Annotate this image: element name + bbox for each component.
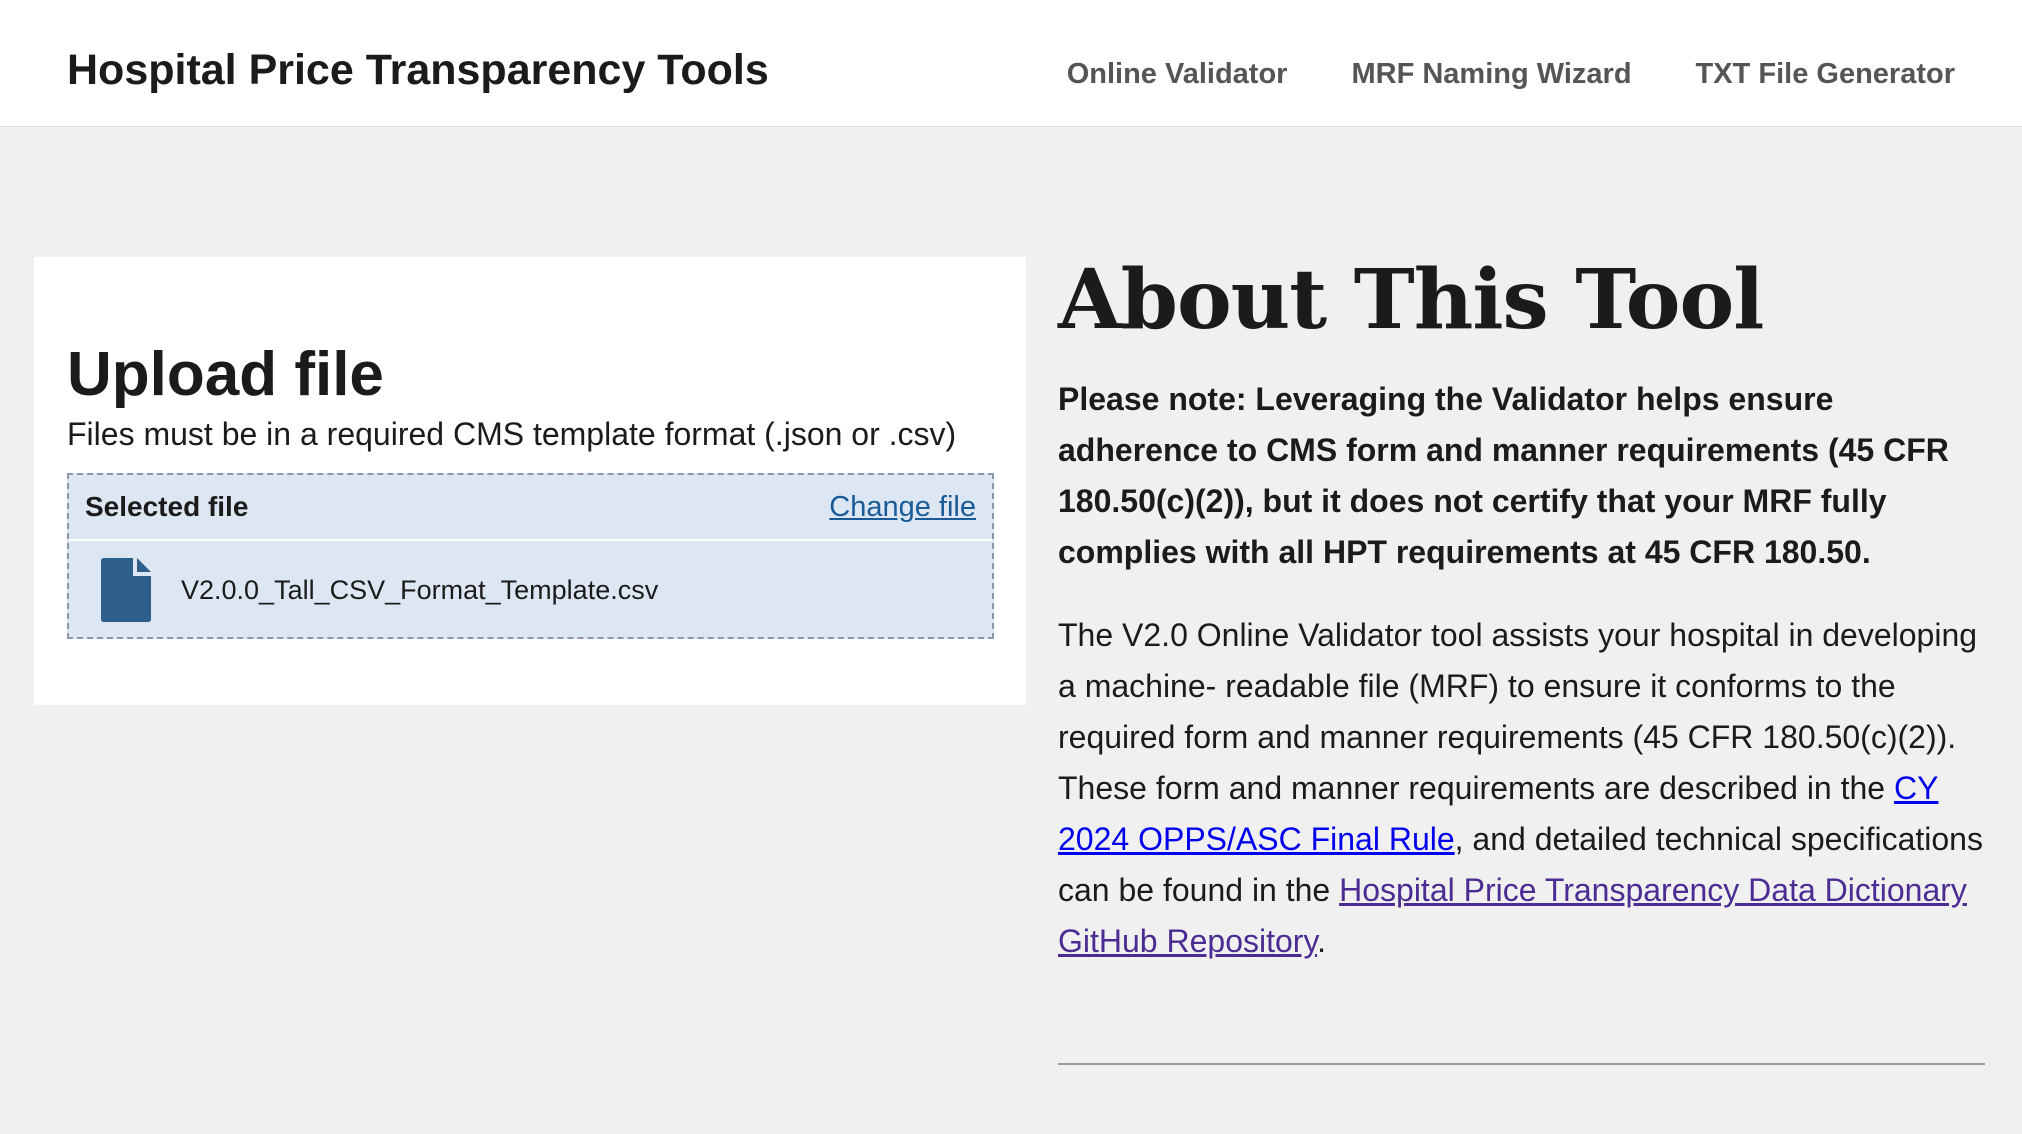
site-header: Hospital Price Transparency Tools Online…	[0, 0, 2022, 127]
about-section: About This Tool Please note: Leveraging …	[1058, 250, 1988, 967]
about-body-text-3: .	[1317, 923, 1326, 959]
dropzone-header: Selected file Change file	[69, 475, 992, 541]
site-title[interactable]: Hospital Price Transparency Tools	[67, 44, 769, 96]
about-body: The V2.0 Online Validator tool assists y…	[1058, 610, 1988, 967]
nav-mrf-naming-wizard[interactable]: MRF Naming Wizard	[1351, 56, 1631, 92]
upload-title: Upload file	[67, 340, 384, 409]
about-title: About This Tool	[1058, 252, 1764, 348]
section-divider	[1058, 1063, 1985, 1065]
change-file-link[interactable]: Change file	[829, 489, 976, 525]
selected-file-name: V2.0.0_Tall_CSV_Format_Template.csv	[181, 575, 659, 605]
about-note: Please note: Leveraging the Validator he…	[1058, 381, 1949, 570]
nav-online-validator[interactable]: Online Validator	[1067, 56, 1288, 92]
file-dropzone[interactable]: Selected file Change file V2.0.0_Tall_CS…	[67, 473, 994, 639]
main-nav: Online Validator MRF Naming Wizard TXT F…	[1003, 56, 1955, 92]
file-icon	[101, 558, 151, 622]
about-body-text-1: The V2.0 Online Validator tool assists y…	[1058, 617, 1978, 806]
nav-txt-file-generator[interactable]: TXT File Generator	[1696, 56, 1955, 92]
selected-file-label: Selected file	[85, 491, 249, 522]
upload-hint: Files must be in a required CMS template…	[67, 416, 957, 452]
upload-card: Upload file Files must be in a required …	[34, 257, 1026, 705]
